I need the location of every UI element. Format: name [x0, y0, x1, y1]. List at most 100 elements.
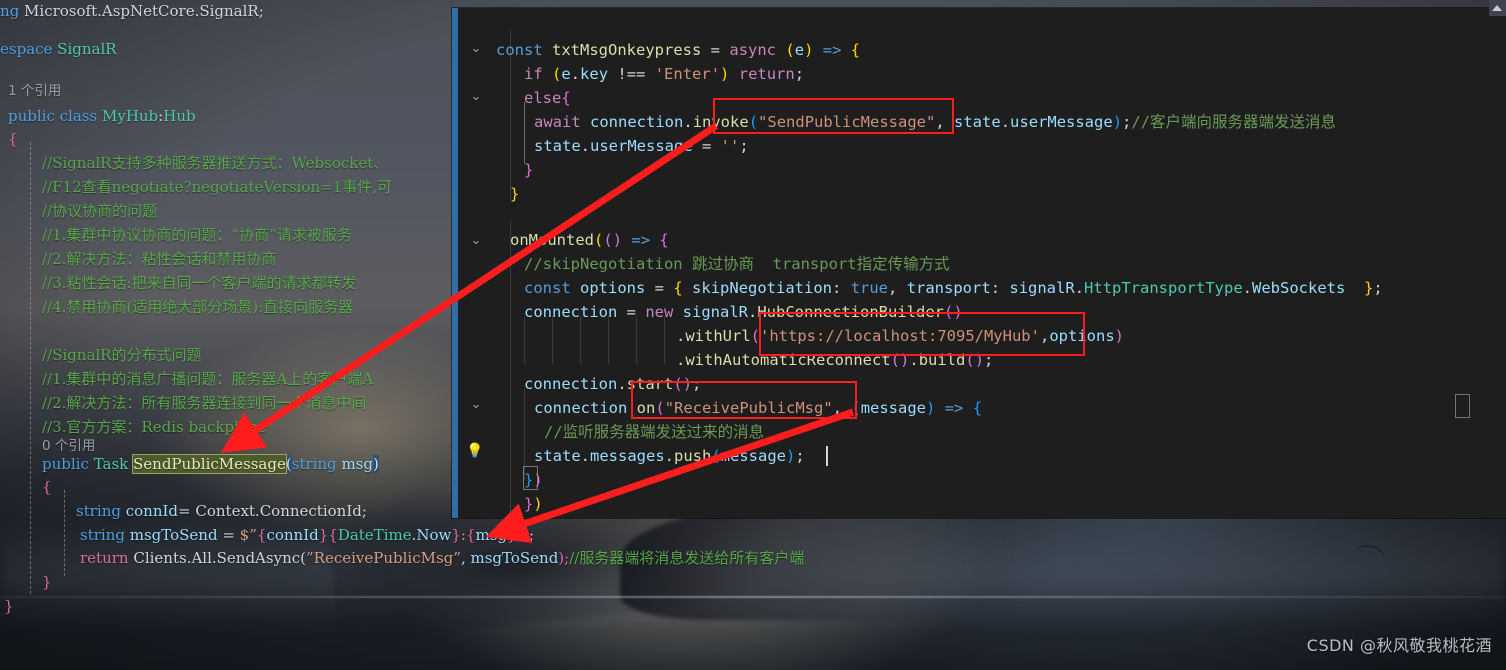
- code-token: {: [8, 130, 18, 148]
- code-token: (: [711, 447, 721, 465]
- code-token: Clients.All.SendAsync(: [128, 549, 306, 567]
- code-token: (: [552, 65, 562, 83]
- code-token: =>: [944, 399, 964, 417]
- code-token: }: [42, 573, 52, 591]
- code-token: ): [720, 65, 730, 83]
- code-token: signalR: [682, 303, 748, 321]
- code-token: connection: [534, 399, 628, 417]
- code-token: =: [645, 279, 674, 297]
- code-token: string: [76, 502, 121, 520]
- code-line: //skipNegotiation 跳过协商 transport指定传输方式: [524, 252, 950, 276]
- code-token: connection: [590, 113, 684, 131]
- code-token: =: [617, 303, 646, 321]
- code-token: txtMsgOnkeypress: [552, 41, 702, 59]
- code-token: .: [1242, 279, 1253, 297]
- code-token: signalR: [1009, 279, 1075, 297]
- chevron-down-icon[interactable]: ⌄: [467, 88, 485, 106]
- code-token: ,: [888, 279, 907, 297]
- code-line: else{: [524, 86, 571, 110]
- bracket-match-highlight: [1455, 394, 1470, 418]
- code-token: push: [674, 447, 712, 465]
- code-line: }): [524, 468, 543, 492]
- code-token: .Now: [411, 526, 452, 544]
- code-token: }: [4, 597, 14, 615]
- code-token: ”ReceivePublicMsg”: [305, 549, 461, 567]
- code-token: }: [318, 526, 329, 544]
- lightbulb-icon[interactable]: 💡: [466, 442, 484, 460]
- code-token: espace: [0, 40, 58, 58]
- code-token: public: [8, 107, 55, 125]
- code-token: true: [850, 279, 889, 297]
- vertical-scrollbar-top[interactable]: [1489, 0, 1506, 16]
- code-token: (: [603, 231, 613, 249]
- code-token: );: [558, 549, 570, 567]
- indent-guide: [30, 142, 31, 594]
- code-token: .: [676, 327, 686, 345]
- chevron-down-icon[interactable]: ⌄: [467, 396, 485, 414]
- code-token: WebSockets: [1252, 279, 1346, 297]
- editor-gutter[interactable]: ⌄ ⌄ ⌄ ⌄ 💡: [458, 8, 496, 518]
- code-token: connId: [266, 526, 319, 544]
- code-token: $”: [239, 526, 257, 544]
- code-token: message: [860, 399, 927, 417]
- code-line: //协议协商的问题: [42, 200, 157, 224]
- code-token: 0 个引用: [42, 438, 96, 454]
- vscode-editor-panel[interactable]: ⌄ ⌄ ⌄ ⌄ 💡 const txtMsgOnkeypress = async (e)…: [452, 8, 1506, 518]
- code-token: {: [659, 231, 669, 249]
- code-line: //3.粘性会话:把来自同一个客户端的请求都转发: [42, 272, 356, 296]
- code-token: state: [534, 447, 581, 465]
- code-line: //4.禁用协商(适用绝大部分场景):直接向服务器: [42, 296, 353, 320]
- code-line: if (e.key !== 'Enter') return;: [524, 62, 804, 86]
- scroll-up-arrow-icon[interactable]: [1492, 5, 1502, 11]
- code-token: ;: [1122, 113, 1132, 131]
- code-token: new: [645, 303, 674, 321]
- code-token: 1 个引用: [8, 83, 62, 99]
- code-token: {: [328, 526, 338, 544]
- indent-guide: [510, 220, 511, 516]
- code-token: state: [534, 137, 581, 155]
- code-token: //客户端向服务器端发送消息: [1131, 113, 1337, 131]
- code-token: options: [580, 279, 646, 297]
- code-token: //1.集群中的消息广播问题：服务器A上的客户端A: [42, 370, 374, 388]
- code-token: ): [533, 471, 543, 489]
- code-line: {: [8, 128, 18, 152]
- code-token: {: [256, 526, 267, 544]
- code-token: {: [42, 478, 52, 496]
- code-token: onMounted: [510, 231, 594, 249]
- editor-code-area[interactable]: const txtMsgOnkeypress = async (e) => {i…: [496, 8, 1506, 518]
- code-token: string: [80, 526, 125, 544]
- code-token: ): [926, 399, 936, 417]
- code-token: //2.解决方法：所有服务器连接到同一个消息中间: [42, 394, 367, 412]
- code-line: //F12查看negotiate?negotiateVersion=1事件,可: [42, 176, 392, 200]
- withurl-endpoint-box: [759, 312, 1085, 356]
- code-line: espace SignalR: [0, 38, 117, 62]
- code-line: }: [510, 182, 519, 206]
- code-token: .: [676, 351, 686, 369]
- chevron-down-icon[interactable]: ⌄: [467, 232, 485, 250]
- invoke-call-box: [713, 98, 954, 134]
- code-line: //SignalR的分布式问题: [42, 344, 201, 368]
- code-token: messages: [590, 447, 665, 465]
- code-token: = Context.ConnectionId;: [178, 502, 367, 520]
- code-token: DateTime: [337, 526, 412, 544]
- code-token: :: [832, 279, 851, 297]
- code-token: //skipNegotiation 跳过协商 transport指定传输方式: [524, 255, 950, 273]
- code-token: ): [1114, 327, 1124, 345]
- watermark: CSDN @秋风敬我桃花酒: [1306, 636, 1492, 655]
- code-token: ): [786, 447, 796, 465]
- code-token: else: [524, 89, 562, 107]
- chevron-down-icon[interactable]: ⌄: [467, 40, 485, 58]
- code-token: .: [580, 137, 591, 155]
- code-token: await: [534, 113, 581, 131]
- code-token: ;: [794, 65, 805, 83]
- code-line: //监听服务器端发送过来的消息: [544, 420, 764, 444]
- code-token: ;: [524, 526, 535, 544]
- code-token: }: [524, 495, 534, 513]
